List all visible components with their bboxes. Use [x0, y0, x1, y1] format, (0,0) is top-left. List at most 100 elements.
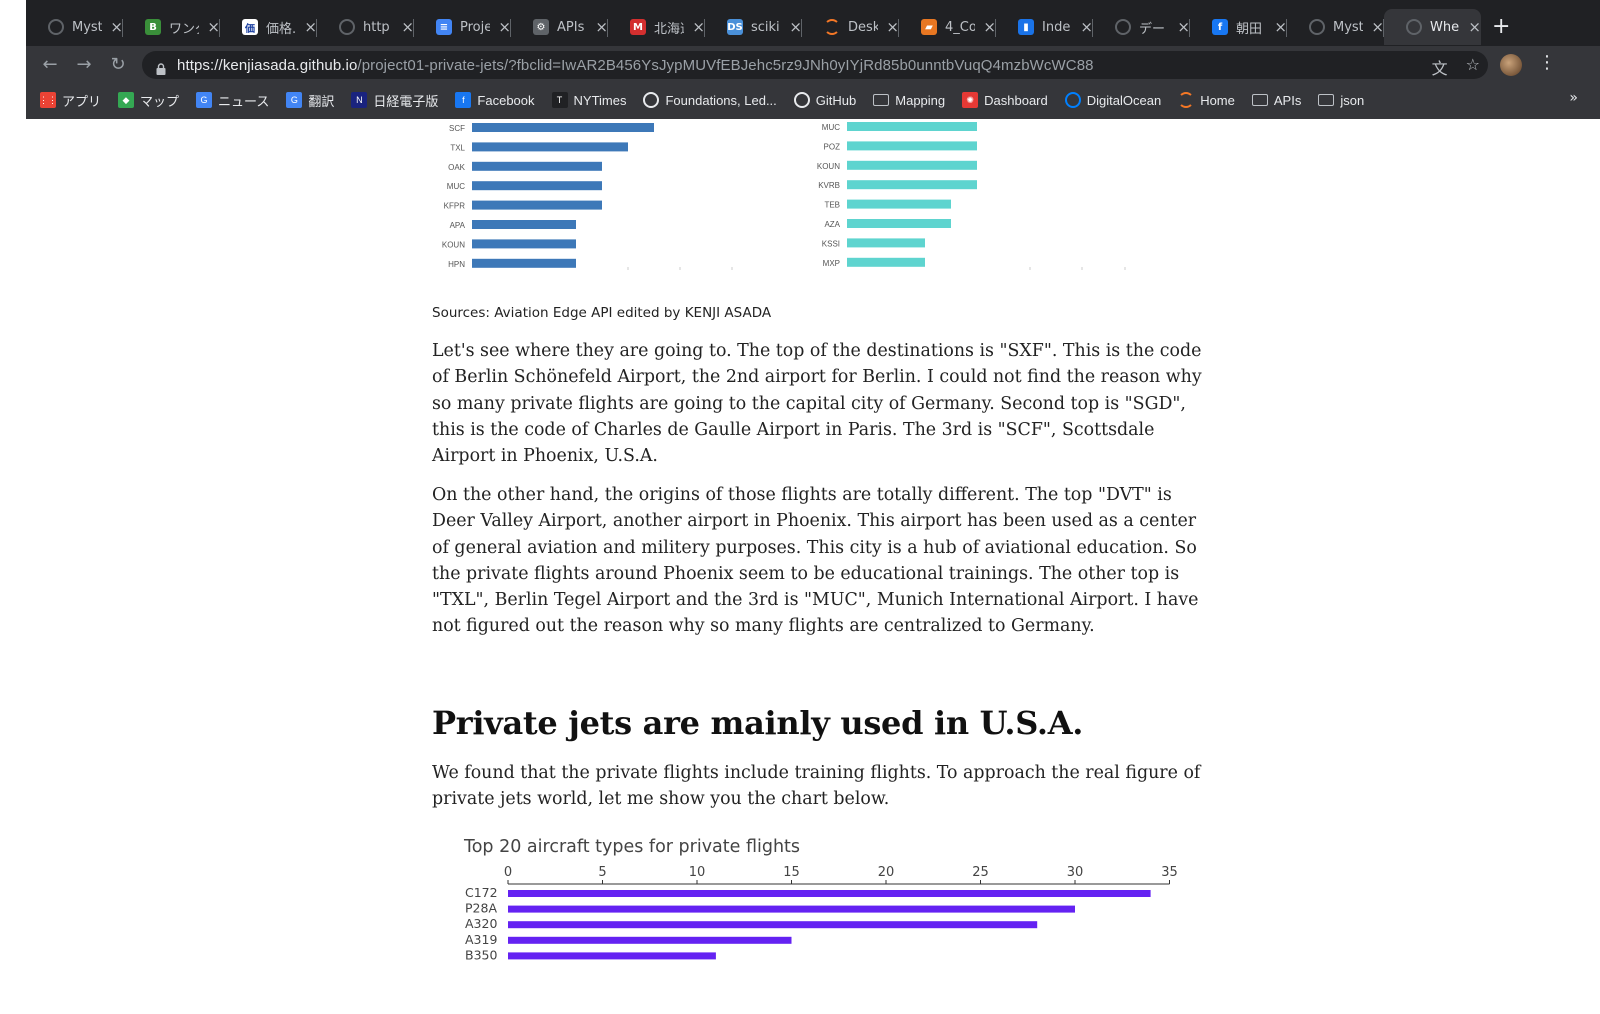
- digitalocean-icon: [1064, 92, 1081, 108]
- bookmark-item[interactable]: T NYTimes: [551, 92, 626, 108]
- browser-tab[interactable]: Whe ×: [1384, 9, 1481, 45]
- bookmark-item[interactable]: G ニュース: [196, 91, 269, 110]
- bookmark-item[interactable]: N 日経電子版: [351, 91, 438, 110]
- reload-icon[interactable]: ↻: [106, 52, 130, 76]
- tick-label: OAK: [448, 163, 466, 172]
- bookmark-label: APIs: [1273, 92, 1302, 108]
- folder-icon: [1251, 94, 1268, 106]
- bar: [472, 161, 602, 171]
- tick-label: 25: [972, 865, 989, 880]
- tick-label: KSSI: [822, 239, 840, 248]
- news-icon: G: [196, 92, 213, 108]
- bar: [847, 180, 977, 190]
- tab-title: sciki: [751, 19, 780, 35]
- tick-label: KOUN: [442, 240, 465, 249]
- bar: [472, 181, 602, 191]
- bar: [847, 219, 951, 228]
- tab-title: デー: [1139, 21, 1166, 37]
- browser-tab[interactable]: Desk ×: [802, 9, 899, 45]
- bookmark-item[interactable]: ✺ Dashboard: [962, 92, 1048, 108]
- kakaku-icon: 価: [242, 19, 258, 35]
- globe-icon: [1406, 19, 1422, 35]
- browser-toolbar: ← → ↻ https://kenjiasada.github.io/proje…: [26, 46, 1600, 84]
- bookmark-item[interactable]: f Facebook: [455, 92, 535, 108]
- bookmark-item[interactable]: ⋮⋮ アプリ: [39, 91, 102, 110]
- bar: [472, 239, 576, 249]
- bookmarks-bar: ⋮⋮ アプリ ◆ マップ G ニュース G 翻訳 N 日経電子版 f Facebook T NYTimes…: [26, 86, 1600, 114]
- category-label: B350: [465, 947, 497, 962]
- forward-icon[interactable]: →: [72, 52, 96, 76]
- bookmark-item[interactable]: Mapping: [873, 93, 945, 108]
- tick-label: APA: [450, 221, 466, 230]
- menu-icon[interactable]: ⋮: [1538, 52, 1556, 73]
- tab-title: Desk: [848, 19, 879, 35]
- browser-tab[interactable]: f 朝田 ×: [1190, 9, 1287, 45]
- bookmark-item[interactable]: G 翻訳: [286, 91, 334, 110]
- bookmark-label: 翻訳: [308, 93, 335, 109]
- tab-title: http: [363, 19, 390, 35]
- browser-tab[interactable]: Myst ×: [1287, 9, 1384, 45]
- back-icon[interactable]: ←: [38, 52, 62, 76]
- tab-title: Myst: [1333, 19, 1364, 35]
- globe-icon: [1309, 19, 1325, 35]
- browser-tab[interactable]: ▮ Inde ×: [996, 9, 1093, 45]
- bookmarks-overflow-button[interactable]: »: [1569, 90, 1578, 106]
- folder-icon: [1318, 94, 1335, 106]
- tick-label: POZ: [824, 142, 841, 151]
- chart-aircraft-types: 0 5 10 15 20 25 30 35 C172P28AA320A319B350: [465, 865, 1178, 962]
- profile-avatar[interactable]: [1500, 54, 1522, 76]
- bookmark-item[interactable]: ◆ マップ: [118, 91, 179, 110]
- new-tab-button[interactable]: +: [1492, 14, 1510, 39]
- tick-label: KFPR: [444, 202, 466, 211]
- tick-label: AZA: [824, 220, 840, 229]
- facebook-icon: f: [1212, 19, 1228, 35]
- bar: [508, 952, 716, 960]
- browser-tab[interactable]: Bワンダ×: [123, 9, 220, 45]
- section-heading: Private jets are mainly used in U.S.A.: [432, 704, 1084, 742]
- bookmark-label: 日経電子版: [373, 93, 439, 109]
- browser-chrome: Myst×Bワンダ×価価格.×http×≡Proje×⚙APIs×M北海道×DS…: [26, 0, 1600, 119]
- loading-icon: [1115, 19, 1131, 35]
- browser-tab[interactable]: 価価格. ×: [220, 9, 317, 45]
- browser-tab[interactable]: ⚙ APIs ×: [511, 9, 608, 45]
- docs-icon: ≡: [436, 19, 452, 35]
- bar: [508, 905, 1075, 913]
- tab-strip: Myst×Bワンダ×価価格.×http×≡Proje×⚙APIs×M北海道×DS…: [26, 0, 1600, 46]
- browser-tab[interactable]: Myst ×: [26, 9, 123, 45]
- browser-tab[interactable]: ▰ 4_Co ×: [899, 9, 996, 45]
- bookmark-item[interactable]: Foundations, Led...: [643, 92, 777, 108]
- bookmark-label: Home: [1200, 92, 1235, 108]
- address-bar[interactable]: https://kenjiasada.github.io/project01-p…: [142, 51, 1488, 79]
- bookmark-item[interactable]: GitHub: [793, 92, 856, 108]
- browser-tab[interactable]: デー ×: [1093, 9, 1190, 45]
- jupyter-icon: [1178, 92, 1195, 108]
- browser-tab[interactable]: M北海道×: [608, 9, 705, 45]
- category-label: A319: [465, 932, 497, 947]
- paragraph-destinations: Let's see where they are going to. The t…: [432, 341, 1202, 467]
- bar: [508, 890, 1151, 897]
- url-text: https://kenjiasada.github.io/project01-p…: [177, 56, 1094, 74]
- bookmark-label: Facebook: [477, 92, 535, 108]
- browser-tab[interactable]: ≡ Proje ×: [414, 9, 511, 45]
- bookmark-star-icon[interactable]: ☆: [1466, 55, 1480, 79]
- tick-label: SCF: [449, 124, 465, 133]
- tick-label: KVRB: [818, 181, 840, 190]
- tab-title: 価格.: [266, 21, 297, 37]
- chart-source-caption: Sources: Aviation Edge API edited by KEN…: [432, 305, 772, 321]
- globe-icon: [339, 19, 355, 35]
- translate-icon[interactable]: ⽂: [1432, 55, 1448, 79]
- bar: [472, 200, 602, 210]
- bookmark-item[interactable]: json: [1318, 93, 1364, 108]
- tab-title: ワンダ: [169, 21, 199, 37]
- gear-icon: ⚙: [533, 19, 549, 35]
- tick-label: 20: [878, 865, 895, 880]
- bookmark-item[interactable]: APIs: [1251, 92, 1302, 108]
- bookmark-label: アプリ: [62, 93, 102, 109]
- bar: [472, 142, 628, 152]
- browser-tab[interactable]: http ×: [317, 9, 414, 45]
- browser-tab[interactable]: DS sciki ×: [705, 9, 802, 45]
- globe-icon: [48, 19, 64, 35]
- bookmark-item[interactable]: Home: [1178, 92, 1235, 108]
- close-tab-icon[interactable]: ×: [1468, 18, 1481, 36]
- bookmark-item[interactable]: DigitalOcean: [1064, 92, 1161, 108]
